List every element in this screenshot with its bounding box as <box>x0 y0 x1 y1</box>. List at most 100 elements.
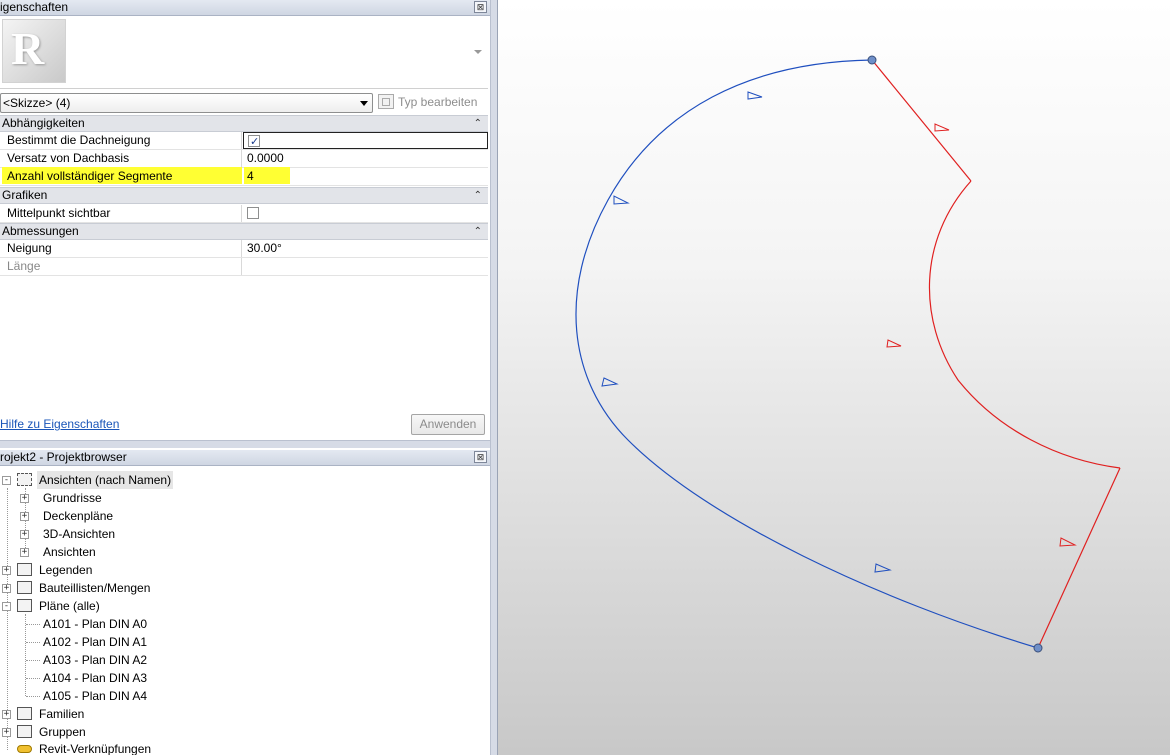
type-selector-row: <Skizze> (4) Typ bearbeiten <box>0 92 490 114</box>
slope-arrow-icon[interactable] <box>613 195 630 205</box>
sketch-line-red-top[interactable] <box>871 59 972 182</box>
tree-item-sheet-a101[interactable]: A101 - Plan DIN A0 <box>43 615 147 633</box>
tree-item-label: Ansichten <box>43 545 96 559</box>
apply-button[interactable]: Anwenden <box>411 414 485 435</box>
properties-title: igenschaften <box>0 0 69 14</box>
edit-type-button[interactable]: Typ bearbeiten <box>378 93 490 113</box>
tree-item-label: Revit-Verknüpfungen <box>39 742 152 755</box>
drawing-canvas[interactable] <box>498 0 1170 755</box>
property-row-length: Länge <box>0 258 488 276</box>
tree-item-sheet-a105[interactable]: A105 - Plan DIN A4 <box>43 687 147 705</box>
properties-titlebar[interactable]: igenschaften ⊠ <box>0 0 490 16</box>
expand-icon[interactable]: + <box>2 584 11 593</box>
property-value-cell[interactable] <box>243 205 488 222</box>
tree-item-sheet-a102[interactable]: A102 - Plan DIN A1 <box>43 633 147 651</box>
edit-type-icon <box>378 94 394 109</box>
property-name: Bestimmt die Dachneigung <box>0 132 242 149</box>
edit-type-label: Typ bearbeiten <box>398 95 478 109</box>
expand-icon[interactable]: + <box>2 566 11 575</box>
tree-line <box>26 660 40 661</box>
slope-arrow-icon[interactable] <box>934 123 950 132</box>
project-browser-title: rojekt2 - Projektbrowser <box>0 450 127 464</box>
group-label: Abmessungen <box>2 224 79 238</box>
tree-line <box>25 614 26 696</box>
collapse-icon[interactable]: ⌃ <box>474 224 482 239</box>
type-preview: R <box>0 16 488 89</box>
tree-item-label: 3D-Ansichten <box>43 527 116 541</box>
expand-icon[interactable]: + <box>20 494 29 503</box>
slope-arrow-icon[interactable] <box>886 339 902 348</box>
collapse-icon[interactable]: - <box>2 602 11 611</box>
full-segments-field[interactable]: 4 <box>243 168 488 185</box>
project-browser-titlebar[interactable]: rojekt2 - Projektbrowser ⊠ <box>0 450 490 466</box>
slope-arrow-icon[interactable] <box>601 377 619 387</box>
group-label: Abhängigkeiten <box>2 116 85 130</box>
group-header-graphics[interactable]: Grafiken ⌃ <box>0 187 488 204</box>
sketch-line-red-bottom[interactable] <box>1037 467 1121 649</box>
tree-item-sheet-a103[interactable]: A103 - Plan DIN A2 <box>43 651 147 669</box>
groups-icon <box>17 725 32 738</box>
collapse-icon[interactable]: - <box>2 476 11 485</box>
collapse-icon[interactable]: ⌃ <box>474 188 482 203</box>
expand-icon[interactable]: + <box>2 710 11 719</box>
tree-line <box>26 678 40 679</box>
base-offset-field[interactable]: 0.0000 <box>243 150 488 167</box>
property-value-cell[interactable] <box>243 132 488 150</box>
expand-icon[interactable]: + <box>20 548 29 557</box>
group-label: Grafiken <box>2 188 48 202</box>
tree-line <box>26 642 40 643</box>
tree-item-label: Familien <box>39 707 85 721</box>
close-icon[interactable]: ⊠ <box>474 451 487 463</box>
sketch-svg[interactable] <box>498 0 1170 755</box>
arc-endpoint-grip[interactable] <box>1033 643 1043 653</box>
families-icon <box>17 707 32 720</box>
property-name: Länge <box>0 258 242 275</box>
slope-field[interactable]: 30.00° <box>243 240 488 257</box>
left-panel: igenschaften ⊠ R <Skizze> (4) Typ bearbe… <box>0 0 490 755</box>
defines-slope-checkbox[interactable] <box>248 133 260 150</box>
property-name: Neigung <box>0 240 242 257</box>
tree-line <box>26 696 40 697</box>
property-row-base-offset: Versatz von Dachbasis 0.0000 <box>0 150 488 168</box>
slope-arrow-icon[interactable] <box>747 91 763 100</box>
property-row-slope: Neigung 30.00° <box>0 240 488 258</box>
property-row-full-segments: Anzahl vollständiger Segmente 4 <box>0 168 488 186</box>
tree-item-sheet-a104[interactable]: A104 - Plan DIN A3 <box>43 669 147 687</box>
arc-endpoint-grip[interactable] <box>867 55 877 65</box>
tree-item-label: Pläne (alle) <box>39 599 100 613</box>
collapse-icon[interactable]: ⌃ <box>474 116 482 131</box>
property-name: Versatz von Dachbasis <box>0 150 242 167</box>
close-icon[interactable]: ⊠ <box>474 1 487 13</box>
schedule-icon <box>17 581 32 594</box>
sheets-icon <box>17 599 32 612</box>
dropdown-arrow-icon <box>360 101 368 106</box>
type-selector-value: <Skizze> (4) <box>3 96 71 110</box>
sketch-arc-red[interactable] <box>928 180 1121 469</box>
expand-icon[interactable]: + <box>2 728 11 737</box>
property-row-center-visible: Mittelpunkt sichtbar <box>0 205 488 223</box>
property-name: Mittelpunkt sichtbar <box>0 205 242 222</box>
slope-arrow-icon[interactable] <box>1059 537 1077 547</box>
expand-icon[interactable]: + <box>20 512 29 521</box>
property-row-defines-slope: Bestimmt die Dachneigung <box>0 132 488 150</box>
properties-help-link[interactable]: Hilfe zu Eigenschaften <box>0 417 119 431</box>
tree-item-label: Legenden <box>39 563 93 577</box>
panel-separator[interactable] <box>0 440 490 448</box>
expand-icon[interactable]: + <box>20 530 29 539</box>
links-icon <box>17 745 32 753</box>
sketch-arc-blue[interactable] <box>575 59 1039 649</box>
tree-line <box>26 624 40 625</box>
chevron-down-icon[interactable] <box>474 50 482 54</box>
group-header-dimensions[interactable]: Abmessungen ⌃ <box>0 223 488 240</box>
tree-item-label: Ansichten (nach Namen) <box>37 471 174 489</box>
panel-splitter[interactable] <box>490 0 498 755</box>
tree-item-label: Bauteillisten/Mengen <box>39 581 151 595</box>
slope-arrow-icon[interactable] <box>874 563 892 573</box>
tree-item-label: Deckenpläne <box>43 509 114 523</box>
type-selector-dropdown[interactable]: <Skizze> (4) <box>0 93 373 113</box>
tree-item-label: Gruppen <box>39 725 86 739</box>
tree-item-label: Grundrisse <box>43 491 102 505</box>
property-name: Anzahl vollständiger Segmente <box>7 169 173 183</box>
group-header-constraints[interactable]: Abhängigkeiten ⌃ <box>0 115 488 132</box>
center-visible-checkbox[interactable] <box>247 207 259 219</box>
